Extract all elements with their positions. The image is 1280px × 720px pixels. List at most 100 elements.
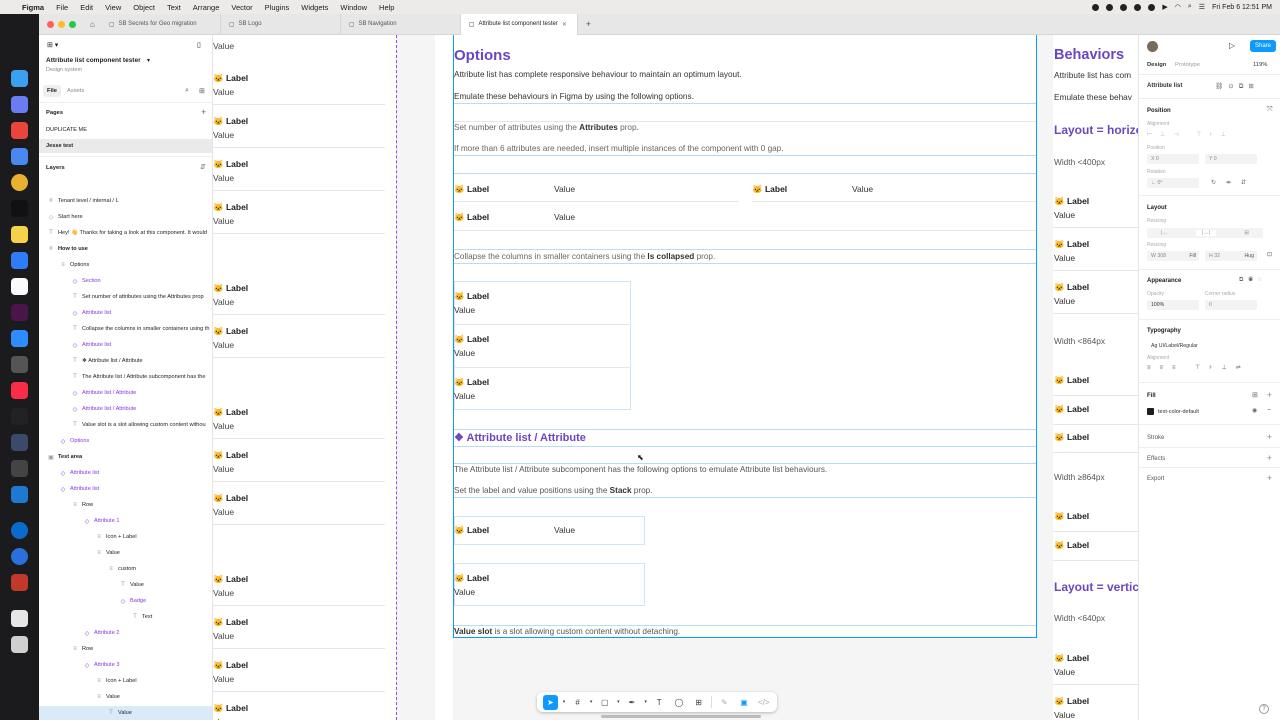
attribute-label[interactable]: 🐱 Label bbox=[454, 184, 489, 195]
vscode-app-icon[interactable] bbox=[11, 486, 28, 503]
search-icon[interactable]: ⌕ bbox=[1188, 3, 1192, 11]
layout-mode-toggle[interactable]: |← |↔| ⊞ bbox=[1147, 228, 1263, 238]
calendar-app-icon[interactable] bbox=[11, 148, 28, 165]
layer-item[interactable]: ≡ Row bbox=[39, 642, 212, 656]
behaviors-heading[interactable]: Behaviors bbox=[1054, 47, 1124, 63]
remove-fill-icon[interactable]: − bbox=[1267, 407, 1271, 414]
layer-item[interactable]: T Value slot is a slot allowing custom co… bbox=[39, 418, 212, 432]
options-heading[interactable]: Options bbox=[454, 47, 511, 64]
fill-style-name[interactable]: text-color-default bbox=[1158, 409, 1199, 415]
attribute-label[interactable]: 🐱 Label bbox=[213, 202, 248, 213]
menu-object[interactable]: Object bbox=[127, 3, 161, 12]
fixed-icon[interactable]: |← bbox=[1161, 230, 1168, 236]
width-label[interactable]: Width <400px bbox=[1054, 157, 1105, 167]
text-tool-icon[interactable]: T bbox=[652, 695, 667, 710]
constraints-icon[interactable]: ⤧ bbox=[1267, 106, 1273, 114]
file-title[interactable]: Attribute list component tester bbox=[46, 57, 141, 64]
layout-horizontal-heading[interactable]: Layout = horizo bbox=[1054, 123, 1138, 137]
comment-tool-icon[interactable]: ◯ bbox=[672, 695, 687, 710]
app-icon[interactable] bbox=[11, 574, 28, 591]
selection-name[interactable]: Attribute list bbox=[1147, 83, 1182, 89]
slack-app-icon[interactable] bbox=[11, 304, 28, 321]
attribute-label[interactable]: 🐱 Label bbox=[1054, 282, 1089, 293]
chevron-down-icon[interactable]: ▾ bbox=[563, 699, 566, 705]
attribute-label[interactable]: 🐱 Label bbox=[213, 660, 248, 671]
add-stroke-icon[interactable]: + bbox=[1267, 432, 1272, 442]
layer-item[interactable]: T Hey! 👋 Thanks for taking a look at this… bbox=[39, 226, 212, 240]
attribute-label[interactable]: 🐱 Label bbox=[1054, 432, 1089, 443]
attribute-label[interactable]: 🐱 Label bbox=[213, 407, 248, 418]
visibility-icon[interactable]: ◉ bbox=[1252, 407, 1257, 414]
layer-item[interactable]: # Tenant level / internal / L bbox=[39, 194, 212, 208]
chevron-down-icon[interactable]: ▾ bbox=[147, 57, 150, 64]
attribute-label[interactable]: 🐱 Label bbox=[213, 283, 248, 294]
attribute-label[interactable]: 🐱 Label bbox=[1054, 540, 1089, 551]
add-export-icon[interactable]: + bbox=[1267, 473, 1272, 483]
tab-file[interactable]: ▢ SB Navigation bbox=[341, 14, 461, 35]
menu-text[interactable]: Text bbox=[161, 3, 187, 12]
attribute-label[interactable]: 🐱 Label bbox=[213, 703, 248, 714]
attribute-label[interactable]: 🐱 Label bbox=[213, 326, 248, 337]
help-icon[interactable]: ? bbox=[1259, 704, 1269, 714]
attribute-value[interactable]: Value bbox=[213, 173, 234, 183]
frame-attribute-list-test[interactable]: Value 🐱 Label Value 🐱 Label Value 🐱 Label Val… bbox=[213, 35, 396, 720]
chevron-down-icon[interactable]: ▾ bbox=[590, 699, 593, 705]
home-icon[interactable]: ⌂ bbox=[84, 20, 101, 29]
styles-icon[interactable]: ⊞ bbox=[1252, 391, 1258, 399]
layer-item[interactable]: T The Attribute list / Attribute subcompo… bbox=[39, 370, 212, 384]
search-icon[interactable]: ⌕ bbox=[185, 87, 189, 95]
attribute-value[interactable]: Value bbox=[852, 184, 873, 194]
attribute-value[interactable]: Value bbox=[213, 507, 234, 517]
width-mode[interactable]: Fill bbox=[1189, 253, 1199, 259]
layer-item[interactable]: T ❖ Attribute list / Attribute bbox=[39, 354, 212, 368]
canvas[interactable]: Value 🐱 Label Value 🐱 Label Value 🐱 Label Val… bbox=[213, 35, 1138, 720]
add-page-icon[interactable]: + bbox=[201, 107, 206, 117]
share-button[interactable]: Share bbox=[1250, 40, 1276, 52]
multiple-instances-text[interactable]: If more than 6 attributes are needed, in… bbox=[454, 144, 784, 153]
frame-options[interactable]: Options Attribute list has complete resp… bbox=[453, 35, 1037, 638]
layer-item[interactable]: ◇ Badge bbox=[39, 594, 212, 608]
tab-file-panel[interactable]: File bbox=[43, 85, 61, 97]
horizontal-scrollbar[interactable] bbox=[601, 715, 761, 718]
layer-item[interactable]: ◇ Attribute list bbox=[39, 482, 212, 496]
attribute-label[interactable]: 🐱 Label bbox=[454, 334, 489, 345]
attribute-label[interactable]: 🐱 Label bbox=[213, 617, 248, 628]
1password-app-icon[interactable] bbox=[11, 522, 28, 539]
attribute-label[interactable]: 🐱 Label bbox=[1054, 375, 1089, 386]
figma-menu-icon[interactable]: ⊞ ▾ bbox=[47, 41, 58, 49]
status-icon[interactable] bbox=[1106, 3, 1114, 11]
add-effect-icon[interactable]: + bbox=[1267, 453, 1272, 463]
attribute-label[interactable]: 🐱 Label bbox=[1054, 653, 1089, 664]
chevron-down-icon[interactable]: ▾ bbox=[644, 699, 647, 705]
shape-tool-icon[interactable]: ▢ bbox=[597, 695, 612, 710]
attribute-label[interactable]: 🐱 Label bbox=[1054, 404, 1089, 415]
attribute-value[interactable]: Value bbox=[454, 348, 475, 358]
attribute-label[interactable]: 🐱 Label bbox=[752, 184, 787, 195]
attribute-value[interactable]: Value bbox=[554, 184, 575, 194]
subcomponent-text[interactable]: The Attribute list / Attribute subcompon… bbox=[454, 465, 827, 474]
new-tab-icon[interactable]: + bbox=[578, 19, 599, 29]
attribute-value[interactable]: Value bbox=[213, 631, 234, 641]
layer-item[interactable]: ≡ Icon + Label bbox=[39, 530, 212, 544]
options-instructions-text[interactable]: Emulate these behaviours in Figma by usi… bbox=[454, 92, 694, 101]
height-mode[interactable]: Hug bbox=[1244, 253, 1257, 259]
actions-tool-icon[interactable]: ⊞ bbox=[691, 695, 706, 710]
attribute-label[interactable]: 🐱 Label bbox=[1054, 511, 1089, 522]
attribute-value[interactable]: Value bbox=[213, 87, 234, 97]
attribute-label[interactable]: 🐱 Label bbox=[454, 291, 489, 302]
move-tool-icon[interactable]: ➤ bbox=[543, 694, 558, 710]
hug-icon[interactable]: |↔| bbox=[1195, 230, 1217, 236]
layer-item[interactable]: ≡ Options bbox=[39, 258, 212, 272]
layer-item[interactable]: ◇ Attribute list / Attribute bbox=[39, 402, 212, 416]
attribute-label[interactable]: 🐱 Label bbox=[454, 573, 489, 584]
attribute-label[interactable]: 🐱 Label bbox=[1054, 696, 1089, 707]
attribute-value[interactable]: Value bbox=[213, 674, 234, 684]
alignment-buttons[interactable]: ⊢⊥⊣ ⊤⊦⊥ bbox=[1147, 131, 1234, 138]
attribute-value[interactable]: Value bbox=[1054, 710, 1075, 720]
menu-app-name[interactable]: Figma bbox=[16, 3, 50, 12]
corner-radius-field[interactable]: 0 bbox=[1205, 300, 1257, 310]
text-style-field[interactable]: Ag UI/Label/Regular bbox=[1147, 341, 1259, 351]
flip-buttons[interactable]: ↻⇹⇵ bbox=[1211, 179, 1256, 186]
zoom-level[interactable]: 119% bbox=[1253, 62, 1267, 68]
layer-item[interactable]: ◇ Attribute list bbox=[39, 338, 212, 352]
